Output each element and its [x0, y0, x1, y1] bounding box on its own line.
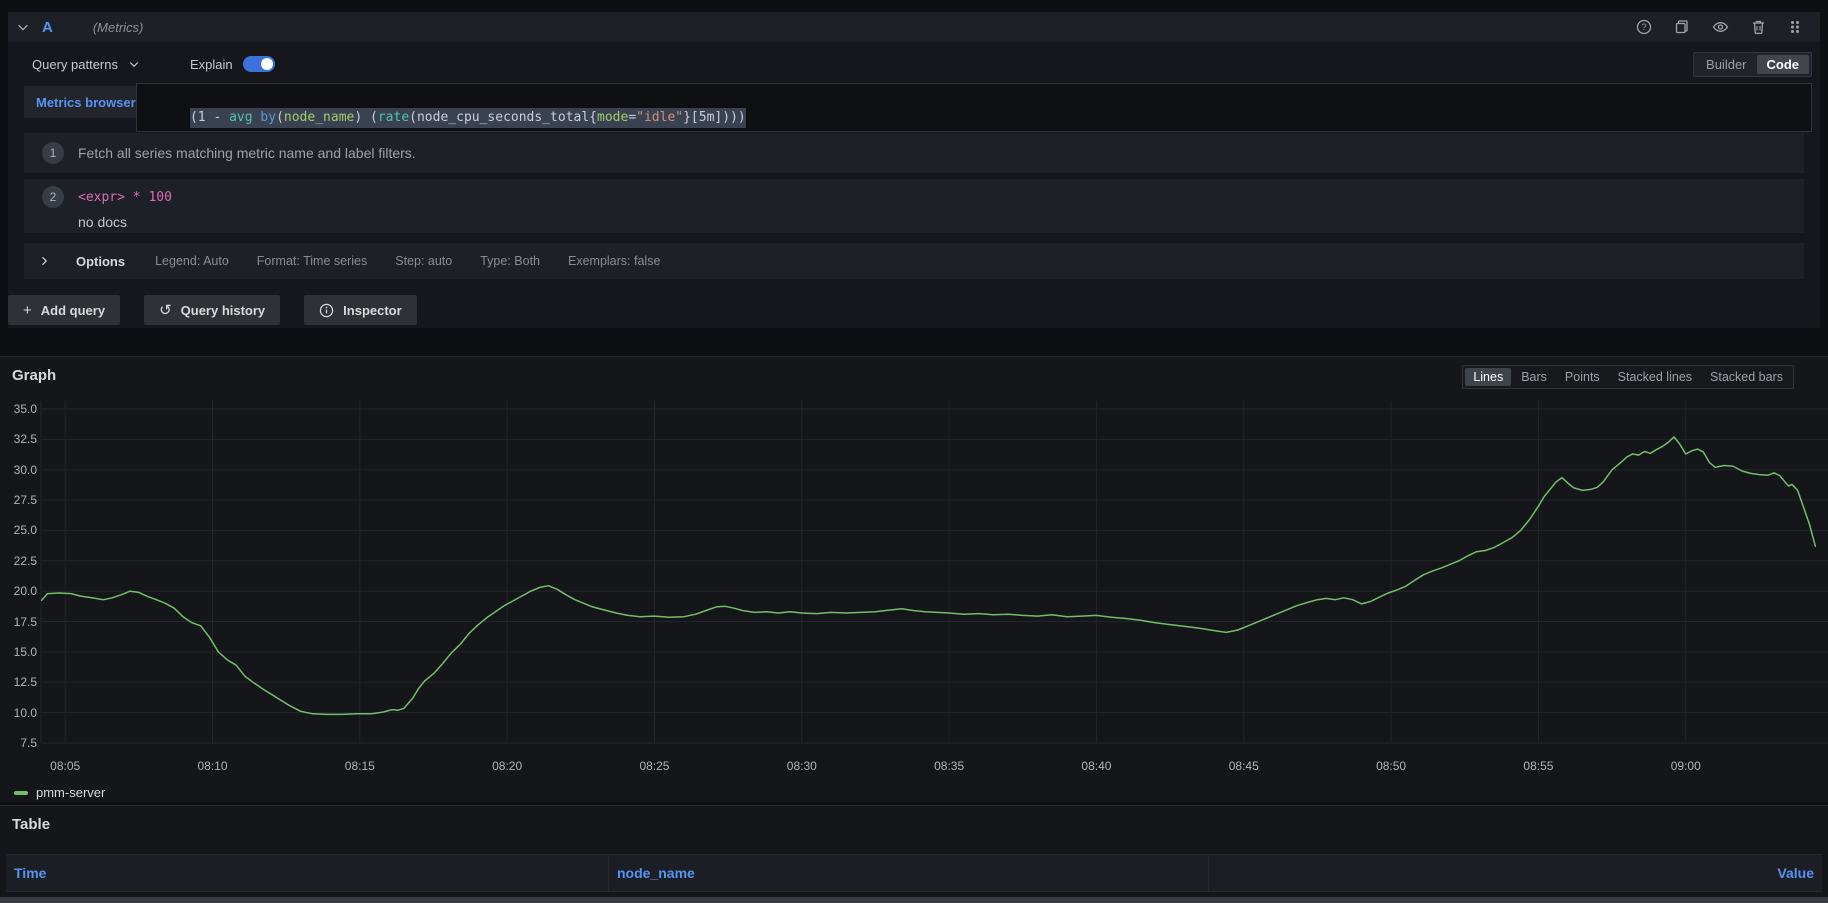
graph-mode-stacked-bars[interactable]: Stacked bars	[1702, 368, 1791, 386]
explore-page: A (Metrics) ?	[0, 0, 1828, 902]
legend-swatch	[14, 791, 28, 795]
y-tick-label: 32.5	[0, 432, 37, 446]
editor-mode-switch: Builder Code	[1693, 52, 1812, 77]
graph-mode-lines[interactable]: Lines	[1465, 368, 1511, 386]
y-tick-label: 27.5	[0, 493, 37, 507]
series-line-pmm-server	[42, 437, 1816, 715]
info-circle-icon	[319, 303, 334, 318]
graph-mode-points[interactable]: Points	[1557, 368, 1608, 386]
x-tick-label: 09:00	[1656, 759, 1716, 773]
code-mode-button[interactable]: Code	[1757, 55, 1810, 74]
y-tick-label: 30.0	[0, 463, 37, 477]
y-tick-label: 15.0	[0, 645, 37, 659]
y-tick-label: 17.5	[0, 615, 37, 629]
step-number-badge: 1	[42, 142, 64, 164]
table-header-row: Time node_name Value	[6, 854, 1822, 892]
option-summary-item: Type: Both	[480, 254, 540, 268]
y-tick-label: 25.0	[0, 523, 37, 537]
query-patterns-dropdown[interactable]: Query patterns	[32, 57, 140, 72]
graph-mode-bars[interactable]: Bars	[1513, 368, 1555, 386]
y-tick-label: 12.5	[0, 675, 37, 689]
explain-step-1-text: Fetch all series matching metric name an…	[78, 145, 416, 161]
legend-item-pmm-server[interactable]: pmm-server	[14, 785, 105, 800]
timeseries-chart[interactable]	[0, 396, 1828, 756]
x-tick-label: 08:05	[35, 759, 95, 773]
options-label: Options	[76, 254, 125, 269]
svg-text:?: ?	[1641, 22, 1646, 32]
builder-mode-button[interactable]: Builder	[1696, 55, 1756, 74]
explain-step-2: 2 <expr> * 100 no docs	[24, 179, 1804, 233]
y-tick-label: 7.5	[0, 736, 37, 750]
x-tick-label: 08:55	[1508, 759, 1568, 773]
table-panel: Table Time node_name Value	[0, 805, 1828, 902]
datasource-label: (Metrics)	[93, 20, 144, 35]
duplicate-query-icon[interactable]	[1674, 19, 1690, 35]
x-tick-label: 08:30	[772, 759, 832, 773]
x-tick-label: 08:45	[1214, 759, 1274, 773]
explain-label: Explain	[190, 57, 233, 72]
explain-step-2-expression: <expr> * 100	[78, 190, 172, 205]
x-tick-label: 08:40	[1066, 759, 1126, 773]
y-tick-label: 22.5	[0, 554, 37, 568]
x-tick-label: 08:15	[330, 759, 390, 773]
table-header-time[interactable]: Time	[6, 855, 608, 891]
option-summary-item: Exemplars: false	[568, 254, 660, 268]
history-icon: ↺	[159, 301, 172, 319]
query-history-button[interactable]: ↺ Query history	[144, 295, 280, 325]
delete-query-trash-icon[interactable]	[1751, 19, 1766, 35]
step-number-badge: 2	[42, 186, 64, 208]
query-options-row[interactable]: Options Legend: Auto Format: Time series S…	[24, 243, 1804, 279]
help-icon[interactable]: ?	[1636, 19, 1652, 35]
option-summary-item: Legend: Auto	[155, 254, 229, 268]
plus-icon: +	[23, 302, 32, 319]
explain-step-2-docs: no docs	[78, 214, 1804, 230]
explain-toggle[interactable]	[243, 56, 275, 72]
query-ref-id: A	[42, 19, 53, 36]
y-tick-label: 20.0	[0, 584, 37, 598]
query-patterns-label: Query patterns	[32, 57, 118, 72]
table-row[interactable]	[0, 897, 1828, 903]
disable-query-eye-icon[interactable]	[1712, 19, 1729, 35]
option-summary-item: Format: Time series	[257, 254, 367, 268]
explain-step-1: 1 Fetch all series matching metric name …	[24, 133, 1804, 173]
graph-mode-switcher: LinesBarsPointsStacked linesStacked bars	[1462, 365, 1794, 389]
x-tick-label: 08:20	[477, 759, 537, 773]
query-actions: + Add query ↺ Query history Inspector	[8, 295, 417, 325]
graph-mode-stacked-lines[interactable]: Stacked lines	[1610, 368, 1700, 386]
y-tick-label: 35.0	[0, 402, 37, 416]
metrics-browser-label: Metrics browser	[36, 95, 136, 110]
y-tick-label: 10.0	[0, 706, 37, 720]
promql-code-editor[interactable]: (1 - avg by(node_name) (rate(node_cpu_se…	[136, 83, 1812, 132]
promql-line-1: (1 - avg by(node_name) (rate(node_cpu_se…	[190, 108, 746, 128]
x-tick-label: 08:10	[182, 759, 242, 773]
drag-handle-icon[interactable]	[1788, 19, 1802, 35]
chevron-down-icon	[128, 58, 140, 70]
query-row-header[interactable]: A (Metrics) ?	[8, 12, 1820, 42]
graph-panel: Graph LinesBarsPointsStacked linesStacke…	[0, 356, 1828, 802]
collapse-chevron-icon[interactable]	[16, 20, 30, 34]
legend-series-name: pmm-server	[36, 785, 105, 800]
chevron-right-icon[interactable]	[38, 255, 50, 267]
option-summary-item: Step: auto	[395, 254, 452, 268]
table-panel-title: Table	[12, 816, 50, 833]
query-toolbar: Query patterns Explain Builder Code	[32, 50, 1812, 78]
graph-panel-title: Graph	[12, 367, 56, 384]
table-header-node-name[interactable]: node_name	[608, 855, 1208, 891]
table-header-value[interactable]: Value	[1208, 855, 1822, 891]
x-tick-label: 08:35	[919, 759, 979, 773]
options-summary: Legend: Auto Format: Time series Step: aut…	[155, 254, 660, 268]
query-editor-card: A (Metrics) ?	[8, 12, 1820, 328]
add-query-button[interactable]: + Add query	[8, 295, 120, 325]
inspector-button[interactable]: Inspector	[304, 295, 417, 325]
x-tick-label: 08:50	[1361, 759, 1421, 773]
x-tick-label: 08:25	[624, 759, 684, 773]
